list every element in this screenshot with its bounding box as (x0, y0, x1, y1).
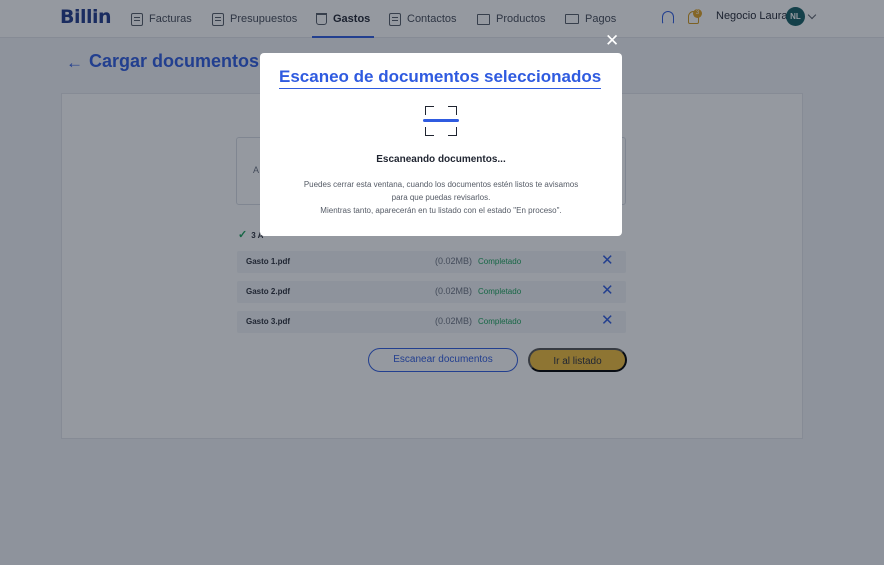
document-scan-icon (423, 106, 459, 136)
modal-title: Escaneo de documentos seleccionados (279, 67, 602, 89)
modal-body: Puedes cerrar esta ventana, cuando los d… (260, 178, 622, 217)
modal-body-line: para que puedas revisarlos. (391, 193, 491, 202)
modal-heading: Escaneando documentos... (376, 154, 506, 165)
close-icon[interactable]: ✕ (605, 32, 619, 49)
scan-modal: Escaneo de documentos seleccionados Esca… (260, 53, 622, 236)
modal-body-line: Puedes cerrar esta ventana, cuando los d… (303, 180, 579, 189)
modal-body-line: Mientras tanto, aparecerán en tu listado… (320, 206, 562, 215)
